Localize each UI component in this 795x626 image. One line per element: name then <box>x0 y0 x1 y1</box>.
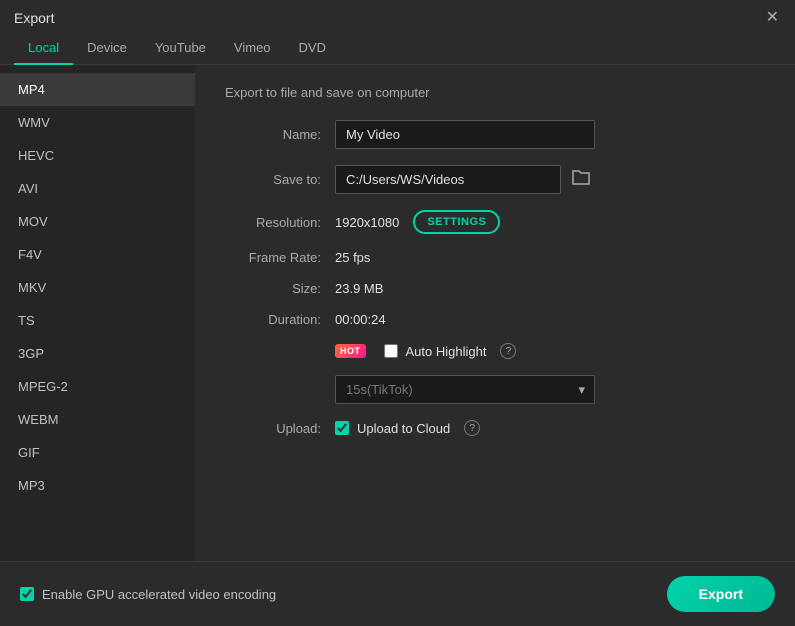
duration-value: 00:00:24 <box>335 312 386 327</box>
sidebar-item-mp4[interactable]: MP4 <box>0 73 195 106</box>
bottom-bar: Enable GPU accelerated video encoding Ex… <box>0 561 795 626</box>
sidebar-item-ts[interactable]: TS <box>0 304 195 337</box>
resolution-row: Resolution: 1920x1080 SETTINGS <box>225 210 765 234</box>
close-button[interactable]: ✕ <box>764 10 781 26</box>
sidebar-item-mp3[interactable]: MP3 <box>0 469 195 502</box>
sidebar-item-avi[interactable]: AVI <box>0 172 195 205</box>
frame-rate-value: 25 fps <box>335 250 370 265</box>
tab-bar: Local Device YouTube Vimeo DVD <box>0 32 795 65</box>
auto-highlight-checkbox-label[interactable]: Auto Highlight <box>384 344 487 359</box>
name-row: Name: <box>225 120 765 149</box>
save-to-label: Save to: <box>225 172 335 187</box>
auto-highlight-checkbox[interactable] <box>384 344 398 358</box>
title-bar: Export ✕ <box>0 0 795 32</box>
sidebar-item-f4v[interactable]: F4V <box>0 238 195 271</box>
size-label: Size: <box>225 281 335 296</box>
sidebar-item-wmv[interactable]: WMV <box>0 106 195 139</box>
tiktok-dropdown[interactable]: 15s(TikTok) <box>335 375 595 404</box>
duration-label: Duration: <box>225 312 335 327</box>
tab-dvd[interactable]: DVD <box>285 32 340 65</box>
upload-help-icon[interactable]: ? <box>464 420 480 436</box>
gpu-label-text: Enable GPU accelerated video encoding <box>42 587 276 602</box>
size-value: 23.9 MB <box>335 281 383 296</box>
sidebar-item-mov[interactable]: MOV <box>0 205 195 238</box>
path-row: C:/Users/WS/Videos <box>335 165 595 194</box>
format-sidebar: MP4 WMV HEVC AVI MOV F4V MKV TS 3GP MPEG… <box>0 65 195 561</box>
name-label: Name: <box>225 127 335 142</box>
sidebar-item-hevc[interactable]: HEVC <box>0 139 195 172</box>
gpu-checkbox[interactable] <box>20 587 34 601</box>
upload-label: Upload: <box>225 421 335 436</box>
name-input[interactable] <box>335 120 595 149</box>
size-row: Size: 23.9 MB <box>225 281 765 296</box>
resolution-value-row: 1920x1080 SETTINGS <box>335 210 500 234</box>
upload-row: Upload: Upload to Cloud ? <box>225 420 765 436</box>
upload-to-cloud-checkbox-label[interactable]: Upload to Cloud <box>335 421 450 436</box>
resolution-value: 1920x1080 <box>335 215 399 230</box>
save-to-row: Save to: C:/Users/WS/Videos <box>225 165 765 194</box>
export-window: Export ✕ Local Device YouTube Vimeo DVD … <box>0 0 795 626</box>
export-button[interactable]: Export <box>667 576 775 612</box>
auto-highlight-help-icon[interactable]: ? <box>500 343 516 359</box>
tab-vimeo[interactable]: Vimeo <box>220 32 285 65</box>
hot-badge: HOT <box>335 344 366 358</box>
tab-device[interactable]: Device <box>73 32 141 65</box>
window-title: Export <box>14 10 54 26</box>
tiktok-row: 15s(TikTok) <box>225 375 765 404</box>
sidebar-item-mkv[interactable]: MKV <box>0 271 195 304</box>
sidebar-item-3gp[interactable]: 3GP <box>0 337 195 370</box>
content-area: MP4 WMV HEVC AVI MOV F4V MKV TS 3GP MPEG… <box>0 65 795 561</box>
settings-button[interactable]: SETTINGS <box>413 210 500 234</box>
sidebar-item-gif[interactable]: GIF <box>0 436 195 469</box>
tab-local[interactable]: Local <box>14 32 73 65</box>
sidebar-item-mpeg2[interactable]: MPEG-2 <box>0 370 195 403</box>
main-panel: Export to file and save on computer Name… <box>195 65 795 561</box>
frame-rate-row: Frame Rate: 25 fps <box>225 250 765 265</box>
upload-to-cloud-checkbox[interactable] <box>335 421 349 435</box>
frame-rate-label: Frame Rate: <box>225 250 335 265</box>
upload-to-cloud-label: Upload to Cloud <box>357 421 450 436</box>
tab-youtube[interactable]: YouTube <box>141 32 220 65</box>
path-display: C:/Users/WS/Videos <box>335 165 561 194</box>
sidebar-item-webm[interactable]: WEBM <box>0 403 195 436</box>
resolution-label: Resolution: <box>225 215 335 230</box>
auto-highlight-row: HOT Auto Highlight ? <box>225 343 765 359</box>
tiktok-dropdown-wrapper: 15s(TikTok) <box>335 375 595 404</box>
auto-highlight-label: Auto Highlight <box>406 344 487 359</box>
duration-row: Duration: 00:00:24 <box>225 312 765 327</box>
browse-folder-button[interactable] <box>567 166 595 193</box>
section-title: Export to file and save on computer <box>225 85 765 100</box>
gpu-label[interactable]: Enable GPU accelerated video encoding <box>20 587 276 602</box>
